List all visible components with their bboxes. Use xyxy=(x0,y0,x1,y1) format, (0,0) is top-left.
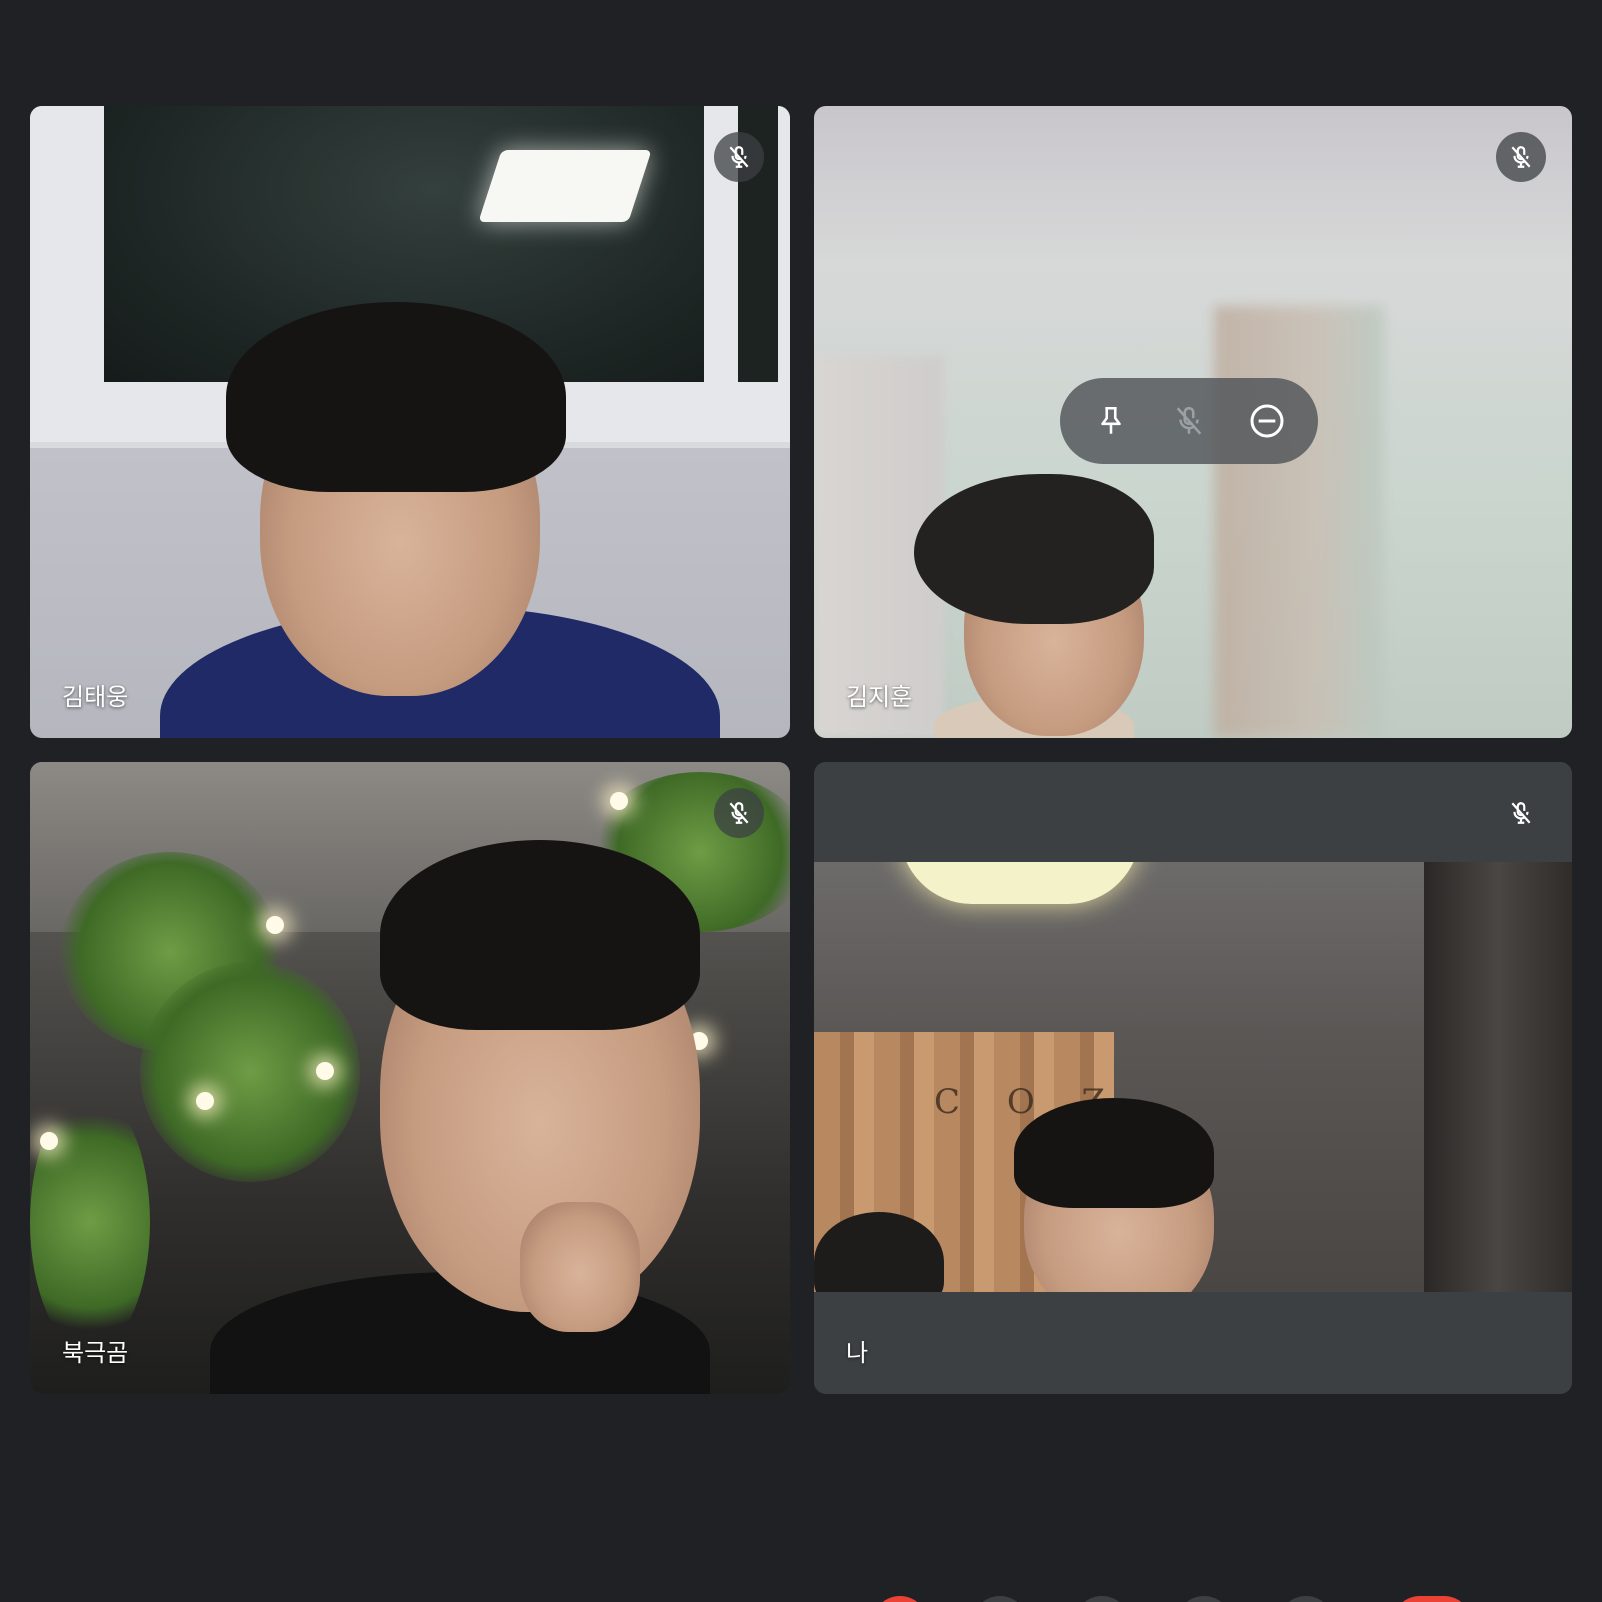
toolbar-button[interactable] xyxy=(972,1596,1028,1602)
minus-circle-icon[interactable] xyxy=(1243,397,1291,445)
participant-tile-1[interactable]: 김태웅 xyxy=(30,106,790,738)
participant-name: 나 xyxy=(846,1339,869,1367)
mic-off-icon xyxy=(714,132,764,182)
toolbar-button-red[interactable] xyxy=(872,1596,928,1602)
toolbar-button[interactable] xyxy=(1278,1596,1334,1602)
bottom-toolbar xyxy=(0,1580,1602,1602)
mic-off-icon xyxy=(1496,788,1546,838)
pin-icon[interactable] xyxy=(1087,397,1135,445)
participant-hover-controls xyxy=(1060,378,1318,464)
mic-off-icon xyxy=(1496,132,1546,182)
letterbox-top xyxy=(814,762,1572,862)
participant-name: 김지훈 xyxy=(846,683,913,711)
mic-off-icon xyxy=(1165,397,1213,445)
participant-name: 북극곰 xyxy=(62,1339,129,1367)
self-video: C O Z xyxy=(814,862,1572,1292)
participant-tile-3[interactable]: 북극곰 xyxy=(30,762,790,1394)
participant-tile-2[interactable]: 김지훈 xyxy=(814,106,1572,738)
mic-off-icon xyxy=(714,788,764,838)
self-view-tile[interactable]: C O Z 나 xyxy=(814,762,1572,1394)
participant-name: 김태웅 xyxy=(62,683,129,711)
letterbox-bottom xyxy=(814,1292,1572,1392)
leave-call-button[interactable] xyxy=(1392,1596,1472,1602)
toolbar-button[interactable] xyxy=(1074,1596,1130,1602)
toolbar-button[interactable] xyxy=(1176,1596,1232,1602)
meeting-stage: 김태웅 김지훈 북극곰 C O Z 나 xyxy=(0,0,1602,1602)
